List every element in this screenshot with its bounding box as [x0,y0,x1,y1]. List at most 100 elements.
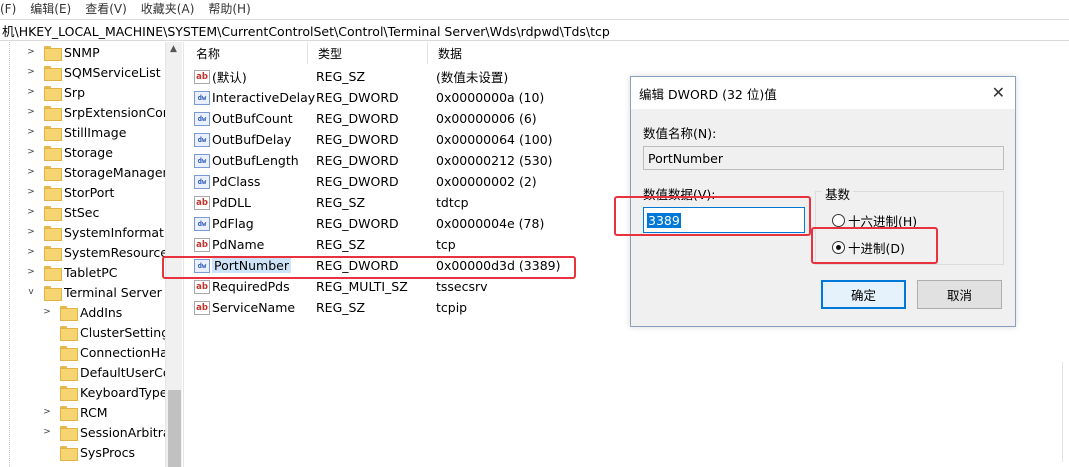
chevron-right-icon[interactable]: > [26,107,36,117]
tree-item[interactable]: DefaultUserCor [42,362,176,382]
tree-item-label: DefaultUserCor [80,364,176,380]
string-value-icon: ab [194,300,210,315]
close-icon[interactable]: ✕ [992,83,1005,102]
string-value-icon: ab [194,195,210,210]
list-row-interactivedelay[interactable]: dw InteractiveDelay REG_DWORD 0x0000000a (1… [186,87,706,108]
menu-item-3[interactable]: 收藏夹(A) [141,0,195,17]
menu-item-4[interactable]: 帮助(H) [208,0,250,17]
radio-hex-indicator[interactable] [832,214,845,227]
menu-item-1[interactable]: 编辑(E) [30,0,71,17]
folder-icon [44,285,62,301]
value-data: (数值未设置) [436,70,509,85]
chevron-right-icon[interactable]: > [26,267,36,277]
tree-item[interactable]: > StorPort [26,182,114,202]
tree-item[interactable]: > StSec [26,202,99,222]
chevron-right-icon[interactable]: > [26,227,36,237]
list-row-pdclass[interactable]: dw PdClass REG_DWORD 0x00000002 (2) [186,171,706,192]
tree-item[interactable]: > AddIns [42,302,122,322]
tree-item[interactable]: > Storage [26,142,113,162]
column-header-data[interactable]: 数据 [428,42,808,64]
address-bar[interactable]: 机\HKEY_LOCAL_MACHINE\SYSTEM\CurrentContr… [0,19,1069,41]
tree-item[interactable]: > RCM [42,402,108,422]
column-header-name[interactable]: 名称 [186,42,308,64]
list-row-outbufdelay[interactable]: dw OutBufDelay REG_DWORD 0x00000064 (100) [186,129,706,150]
tree-item[interactable]: > SQMServiceList [26,62,161,82]
chevron-right-icon[interactable]: > [26,187,36,197]
tree-item[interactable]: KeyboardType [42,382,167,402]
ok-button[interactable]: 确定 [821,280,906,309]
tree-item[interactable]: > SystemResources [26,242,174,262]
binary-value-icon: dw [194,90,210,105]
menu-item-2[interactable]: 查看(V) [85,0,127,17]
folder-icon [44,145,62,161]
column-header-type[interactable]: 类型 [308,42,428,64]
menu-bar: (F) 编辑(E) 查看(V) 收藏夹(A) 帮助(H) [0,0,1069,17]
tree-item[interactable]: > SNMP [26,42,100,62]
list-row-pdname[interactable]: ab PdName REG_SZ tcp [186,234,706,255]
value-name-field[interactable]: PortNumber [643,146,1004,170]
list-row-outbufcount[interactable]: dw OutBufCount REG_DWORD 0x00000006 (6) [186,108,706,129]
tree-item[interactable]: ConnectionHan [42,342,176,362]
tree-scrollbar[interactable]: ▲ [165,42,182,467]
tree-item[interactable]: ClusterSettings [42,322,176,342]
value-type: REG_DWORD [316,132,399,147]
chevron-right-icon[interactable]: > [26,67,36,77]
chevron-right-icon[interactable]: > [42,307,52,317]
value-data: 0x00000002 (2) [436,174,537,189]
chevron-right-icon[interactable]: > [26,167,36,177]
tree-item-label: KeyboardType [80,384,168,400]
scroll-thumb[interactable] [168,390,181,467]
tree-item[interactable]: > Srp [26,82,85,102]
scroll-up-arrow-icon[interactable]: ▲ [170,44,177,54]
chevron-right-icon[interactable]: > [42,407,52,417]
chevron-right-icon[interactable]: > [26,147,36,157]
value-data: 0x00000212 (530) [436,153,553,168]
tree-item-label: SystemResources [64,244,175,260]
list-row-outbuflength[interactable]: dw OutBufLength REG_DWORD 0x00000212 (530) [186,150,706,171]
chevron-down-icon[interactable]: v [26,287,36,297]
chevron-right-icon[interactable]: > [26,47,36,57]
chevron-right-icon[interactable]: > [26,207,36,217]
value-data: 0x0000000a (10) [436,90,545,105]
decimal-highlight [811,227,938,264]
tree-item-label: SessionArbitrat [80,424,176,440]
edge-divider [1062,362,1069,462]
tree-item[interactable]: > SessionArbitrat [42,422,175,442]
base-label: 基数 [822,184,854,203]
menu-item-0[interactable]: (F) [0,2,16,16]
list-row-默认[interactable]: ab (默认) REG_SZ (数值未设置) [186,66,706,87]
list-row-servicename[interactable]: ab ServiceName REG_SZ tcpip [186,297,706,318]
list-row-requiredpds[interactable]: ab RequiredPds REG_MULTI_SZ tssecsrv [186,276,706,297]
chevron-right-icon[interactable]: > [26,127,36,137]
tree-item-label: StSec [64,204,100,220]
value-data: tcpip [436,300,468,315]
folder-icon [44,205,62,221]
chevron-right-icon[interactable]: > [42,427,52,437]
string-value-icon: ab [194,237,210,252]
tree-item[interactable]: > SystemInformatio [26,222,175,242]
tree-item[interactable]: > StorageManagem [26,162,175,182]
tree-item[interactable]: > SrpExtensionConf [26,102,175,122]
value-type: REG_DWORD [316,111,399,126]
value-name: PdClass [212,174,261,189]
tree-item[interactable]: > TabletPC [26,262,118,282]
cancel-button[interactable]: 取消 [917,280,1002,309]
tree-item-label: AddIns [80,304,123,320]
value-type: REG_SZ [316,69,366,84]
value-name: RequiredPds [212,279,290,294]
portnumber-highlight [162,256,576,279]
tree-item[interactable]: > StillImage [26,122,126,142]
tree-item[interactable]: SysProcs [42,442,135,462]
value-data: tcp [436,237,456,252]
tree-item[interactable]: v Terminal Server [26,282,162,302]
value-name: OutBufCount [212,111,293,126]
value-name: PdName [212,237,265,252]
chevron-right-icon[interactable]: > [26,247,36,257]
folder-icon [60,405,78,421]
chevron-right-icon[interactable]: > [26,87,36,97]
value-data-highlight [614,196,811,236]
value-name: InteractiveDelay [212,90,316,105]
value-name: OutBufDelay [212,132,292,147]
tree-item-label: StillImage [64,124,127,140]
folder-icon [60,365,78,381]
